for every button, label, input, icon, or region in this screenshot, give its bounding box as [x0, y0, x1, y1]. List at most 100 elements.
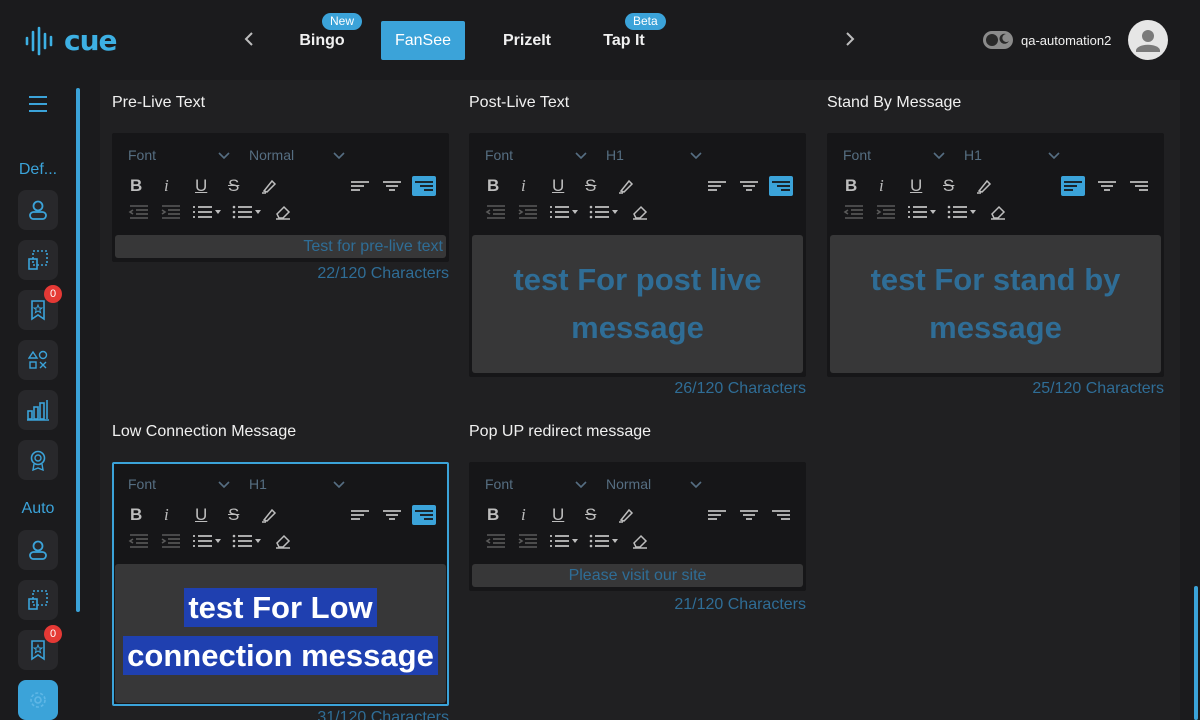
ordered-list-icon[interactable] [192, 204, 224, 220]
underline-icon[interactable]: U [195, 505, 207, 525]
editor-text-area[interactable]: test For stand by message [830, 235, 1161, 373]
bold-icon[interactable]: B [130, 176, 142, 196]
cue-logo[interactable]: cue [24, 24, 118, 57]
chevron-down-icon[interactable] [333, 152, 345, 160]
highlighter-icon[interactable] [260, 177, 278, 195]
align-center-icon[interactable] [1095, 176, 1119, 196]
strikethrough-icon[interactable]: S [585, 505, 596, 525]
font-select[interactable]: Font [128, 476, 156, 492]
avatar[interactable] [1128, 20, 1168, 60]
eraser-icon[interactable] [989, 204, 1007, 220]
chevron-down-icon[interactable] [690, 481, 702, 489]
sidebar-scroll-rail[interactable] [76, 88, 80, 612]
sidebar-item-badge-1[interactable]: 0 [18, 285, 62, 330]
content-scrollbar[interactable] [1194, 586, 1198, 720]
username[interactable]: qa-automation2 [1021, 33, 1111, 48]
eraser-icon[interactable] [631, 204, 649, 220]
size-select[interactable]: H1 [964, 147, 982, 163]
sidebar-item-settings-2[interactable] [18, 680, 58, 720]
font-select[interactable]: Font [128, 147, 156, 163]
align-center-icon[interactable] [380, 505, 404, 525]
highlighter-icon[interactable] [260, 506, 278, 524]
outdent-icon[interactable] [128, 204, 150, 220]
tab-fansee[interactable]: FanSee [381, 21, 465, 60]
outdent-icon[interactable] [843, 204, 865, 220]
sidebar-item-award-1[interactable] [18, 440, 58, 480]
font-select[interactable]: Font [485, 476, 513, 492]
highlighter-icon[interactable] [617, 506, 635, 524]
ordered-list-icon[interactable] [549, 204, 581, 220]
bullet-list-icon[interactable] [589, 204, 621, 220]
sidebar-section-default[interactable]: Def... [0, 161, 76, 179]
theme-toggle[interactable] [983, 31, 1013, 49]
size-select[interactable]: Normal [606, 476, 651, 492]
underline-icon[interactable]: U [552, 176, 564, 196]
chevron-down-icon[interactable] [333, 481, 345, 489]
chevron-down-icon[interactable] [218, 481, 230, 489]
sidebar-item-badge-2[interactable]: 0 [18, 625, 62, 670]
italic-icon[interactable]: i [521, 505, 526, 525]
italic-icon[interactable]: i [879, 176, 884, 196]
sidebar-item-stats-1[interactable] [18, 390, 58, 430]
align-left-icon[interactable] [348, 505, 372, 525]
tab-tap-it[interactable]: Beta Tap It [594, 13, 666, 60]
size-select[interactable]: H1 [606, 147, 624, 163]
bold-icon[interactable]: B [487, 505, 499, 525]
bold-icon[interactable]: B [845, 176, 857, 196]
ordered-list-icon[interactable] [907, 204, 939, 220]
align-center-icon[interactable] [380, 176, 404, 196]
font-select[interactable]: Font [485, 147, 513, 163]
underline-icon[interactable]: U [910, 176, 922, 196]
eraser-icon[interactable] [631, 533, 649, 549]
align-left-icon[interactable] [705, 176, 729, 196]
strikethrough-icon[interactable]: S [943, 176, 954, 196]
sidebar-item-layout-1[interactable] [18, 240, 58, 280]
chevron-down-icon[interactable] [690, 152, 702, 160]
bullet-list-icon[interactable] [947, 204, 979, 220]
chevron-down-icon[interactable] [218, 152, 230, 160]
hamburger-icon[interactable] [28, 95, 48, 113]
chevron-down-icon[interactable] [1048, 152, 1060, 160]
bold-icon[interactable]: B [487, 176, 499, 196]
size-select[interactable]: Normal [249, 147, 294, 163]
chevron-down-icon[interactable] [933, 152, 945, 160]
align-left-button[interactable] [1061, 176, 1085, 196]
editor-text-area[interactable]: test For Low connection message [115, 564, 446, 703]
highlighter-icon[interactable] [975, 177, 993, 195]
chevron-down-icon[interactable] [575, 152, 587, 160]
chevron-down-icon[interactable] [575, 481, 587, 489]
underline-icon[interactable]: U [195, 176, 207, 196]
align-right-button[interactable] [412, 176, 436, 196]
italic-icon[interactable]: i [521, 176, 526, 196]
eraser-icon[interactable] [274, 204, 292, 220]
chevron-left-icon[interactable] [239, 28, 259, 52]
align-center-icon[interactable] [737, 176, 761, 196]
editor-text-area[interactable]: test For post live message [472, 235, 803, 373]
chevron-right-icon[interactable] [840, 28, 860, 52]
outdent-icon[interactable] [128, 533, 150, 549]
align-right-button[interactable] [769, 176, 793, 196]
bold-icon[interactable]: B [130, 505, 142, 525]
strikethrough-icon[interactable]: S [585, 176, 596, 196]
size-select[interactable]: H1 [249, 476, 267, 492]
align-center-icon[interactable] [737, 505, 761, 525]
eraser-icon[interactable] [274, 533, 292, 549]
align-left-icon[interactable] [705, 505, 729, 525]
italic-icon[interactable]: i [164, 505, 169, 525]
align-right-icon[interactable] [769, 505, 793, 525]
underline-icon[interactable]: U [552, 505, 564, 525]
outdent-icon[interactable] [485, 204, 507, 220]
editor-text-area[interactable]: Please visit our site [472, 564, 803, 587]
outdent-icon[interactable] [485, 533, 507, 549]
sidebar-item-layout-2[interactable] [18, 580, 58, 620]
sidebar-item-user-2[interactable] [18, 530, 58, 570]
indent-icon[interactable] [160, 204, 182, 220]
ordered-list-icon[interactable] [549, 533, 581, 549]
sidebar-section-auto[interactable]: Auto [0, 500, 76, 518]
bullet-list-icon[interactable] [232, 204, 264, 220]
indent-icon[interactable] [160, 533, 182, 549]
font-select[interactable]: Font [843, 147, 871, 163]
sidebar-item-user-1[interactable] [18, 190, 58, 230]
align-right-icon[interactable] [1127, 176, 1151, 196]
sidebar-item-shapes-1[interactable] [18, 340, 58, 380]
